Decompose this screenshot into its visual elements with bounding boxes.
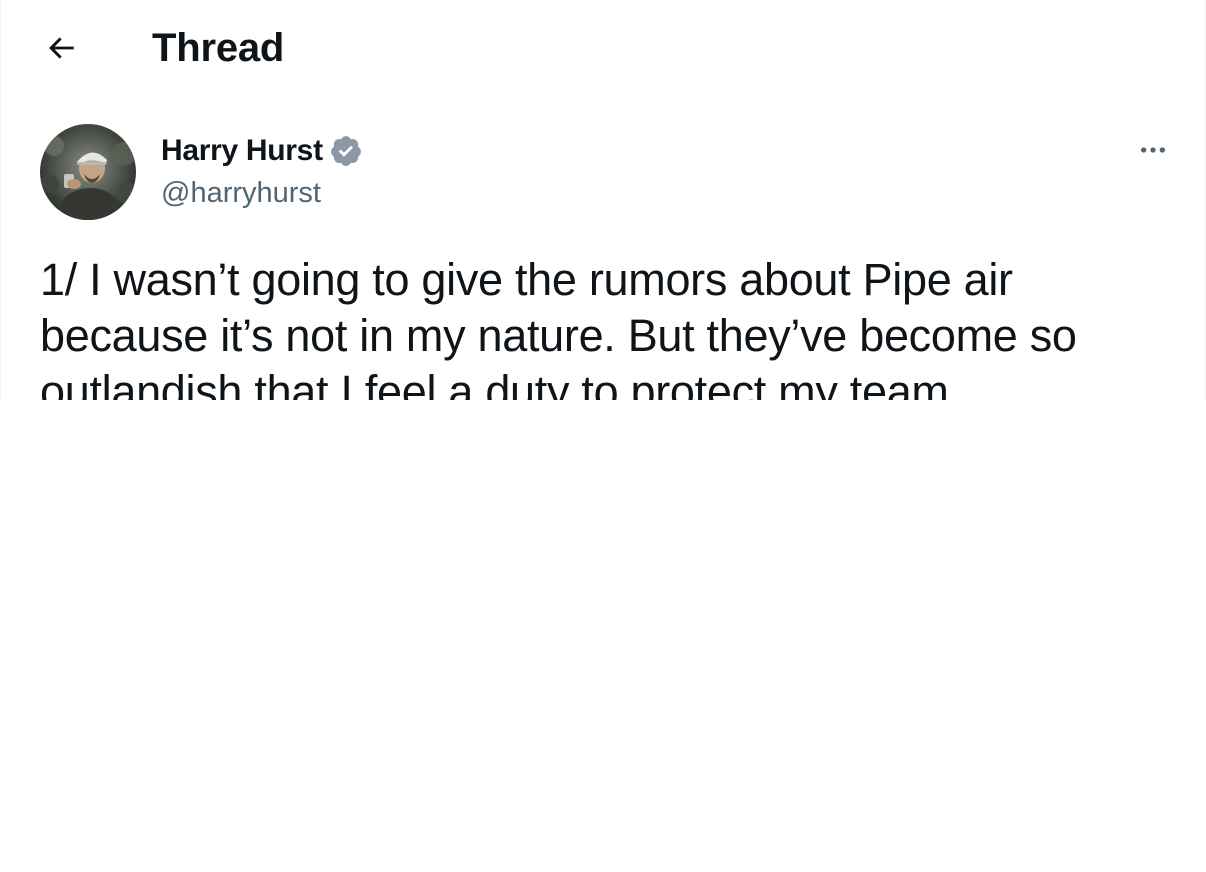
author-handle[interactable]: @harryhurst xyxy=(161,174,363,212)
back-button[interactable] xyxy=(31,18,91,78)
more-options-button[interactable] xyxy=(1129,130,1177,170)
thread-view: Thread Harry Hurst @harryhurst 1/ I wasn… xyxy=(0,0,1206,400)
avatar-photo xyxy=(40,124,136,220)
arrow-left-icon xyxy=(49,37,74,59)
tweet-text-line: 1/ I wasn’t going to give the rumors abo… xyxy=(40,254,1013,305)
thread-header: Thread xyxy=(1,0,1205,96)
author-avatar[interactable] xyxy=(40,124,136,220)
page-title: Thread xyxy=(152,26,285,70)
verified-badge-icon xyxy=(329,134,363,168)
author-display-name[interactable]: Harry Hurst xyxy=(161,131,323,171)
tweet-text: 1/ I wasn’t going to give the rumors abo… xyxy=(40,252,1170,400)
author-info: Harry Hurst @harryhurst xyxy=(161,130,363,212)
tweet-text-line: outlandish that I feel a duty to protect… xyxy=(40,366,949,400)
more-horizontal-icon xyxy=(1141,147,1165,153)
author-name-row: Harry Hurst xyxy=(161,130,363,172)
tweet-text-line: because it’s not in my nature. But they’… xyxy=(40,310,1077,361)
